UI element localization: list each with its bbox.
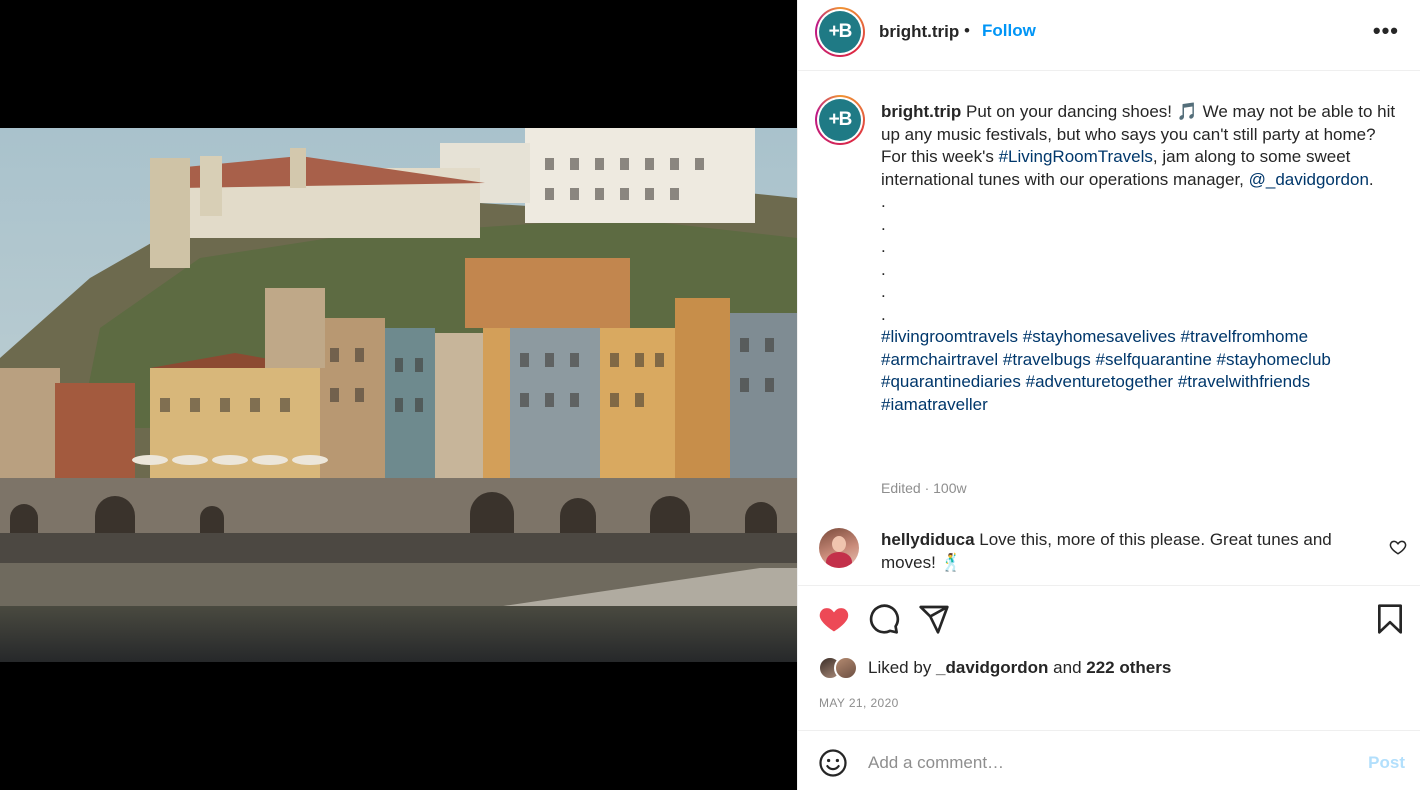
bookmark-icon[interactable] (1374, 603, 1406, 635)
caption-segment: Put on your dancing shoes! (961, 102, 1177, 121)
edited-timestamp[interactable]: Edited · 100w (881, 480, 967, 496)
post-photo[interactable] (0, 128, 797, 662)
hashtag-link[interactable]: #travelbugs (1003, 350, 1091, 369)
music-note-icon: 🎵 (1176, 102, 1198, 121)
post-side-panel: +B bright.trip • Follow ••• +B bright.tr… (797, 0, 1420, 790)
hashtag-list: #livingroomtravels #stayhomesavelives #t… (881, 326, 1396, 416)
caption-dots: . . . . . . (881, 191, 1396, 326)
likes-count[interactable]: 222 others (1086, 658, 1171, 677)
dot-line: . (881, 259, 886, 279)
post-comment-button[interactable]: Post (1368, 753, 1405, 773)
comment-item: hellydiduca Love this, more of this plea… (798, 520, 1420, 586)
caption-segment: . (1368, 169, 1374, 189)
post-header: +B bright.trip • Follow ••• (798, 0, 1420, 71)
hashtag-link[interactable]: #travelwithfriends (1178, 372, 1310, 391)
heart-icon[interactable] (818, 603, 850, 635)
hashtag-link[interactable]: #livingroomtravels (881, 327, 1018, 346)
dancer-emoji-icon: 🕺 (940, 552, 962, 572)
hashtag-link[interactable]: #quarantinediaries (881, 372, 1021, 391)
hashtag-link[interactable]: #LivingRoomTravels (999, 147, 1153, 166)
comment-icon[interactable] (868, 603, 900, 635)
dot-line: . (881, 282, 886, 301)
emoji-icon[interactable] (818, 748, 848, 778)
action-bar (798, 586, 1420, 646)
likes-middle: and (1048, 658, 1087, 677)
post-date[interactable]: MAY 21, 2020 (819, 696, 899, 710)
author-username[interactable]: bright.trip (879, 22, 959, 42)
brand-logo: +B (819, 99, 861, 141)
caption-avatar[interactable]: +B (815, 95, 865, 145)
comment-like-heart-icon[interactable] (1389, 538, 1407, 556)
author-avatar[interactable]: +B (815, 7, 865, 57)
dot-line: . (881, 192, 886, 211)
likes-text: Liked by _davidgordon and 222 others (868, 658, 1171, 678)
dot-line: . (881, 304, 886, 324)
caption-text: bright.trip Put on your dancing shoes! 🎵… (881, 101, 1396, 416)
likes-prefix: Liked by (868, 658, 937, 677)
dot-line: . (881, 214, 886, 234)
hashtag-link[interactable]: #iamatraveller (881, 395, 988, 414)
liker-avatar[interactable] (834, 656, 858, 680)
mention-link[interactable]: @_davidgordon (1249, 170, 1369, 189)
add-comment-bar: Post (798, 730, 1420, 790)
caption-username[interactable]: bright.trip (881, 102, 961, 121)
hashtag-link[interactable]: #stayhomeclub (1217, 350, 1331, 369)
porto-riverside-image (0, 128, 797, 662)
dot-line: . (881, 237, 886, 256)
comment-input[interactable] (868, 750, 1328, 776)
hashtag-link[interactable]: #stayhomesavelives (1023, 327, 1176, 346)
commenter-username[interactable]: hellydiduca (881, 530, 975, 549)
post-media (0, 0, 797, 790)
hashtag-link[interactable]: #adventuretogether (1026, 372, 1173, 391)
separator-dot: • (964, 21, 970, 40)
share-icon[interactable] (918, 603, 950, 635)
likes-summary: Liked by _davidgordon and 222 others (818, 655, 1171, 681)
post-caption: +B bright.trip Put on your dancing shoes… (798, 71, 1420, 586)
commenter-avatar[interactable] (819, 528, 859, 568)
comment-text: hellydiduca Love this, more of this plea… (881, 529, 1351, 574)
hashtag-link[interactable]: #travelfromhome (1181, 327, 1309, 346)
hashtag-link[interactable]: #selfquarantine (1096, 350, 1212, 369)
ellipsis-icon[interactable]: ••• (1373, 18, 1399, 44)
hashtag-link[interactable]: #armchairtravel (881, 350, 998, 369)
liker-username[interactable]: _davidgordon (936, 658, 1048, 677)
brand-logo: +B (819, 11, 861, 53)
follow-button[interactable]: Follow (982, 21, 1036, 41)
